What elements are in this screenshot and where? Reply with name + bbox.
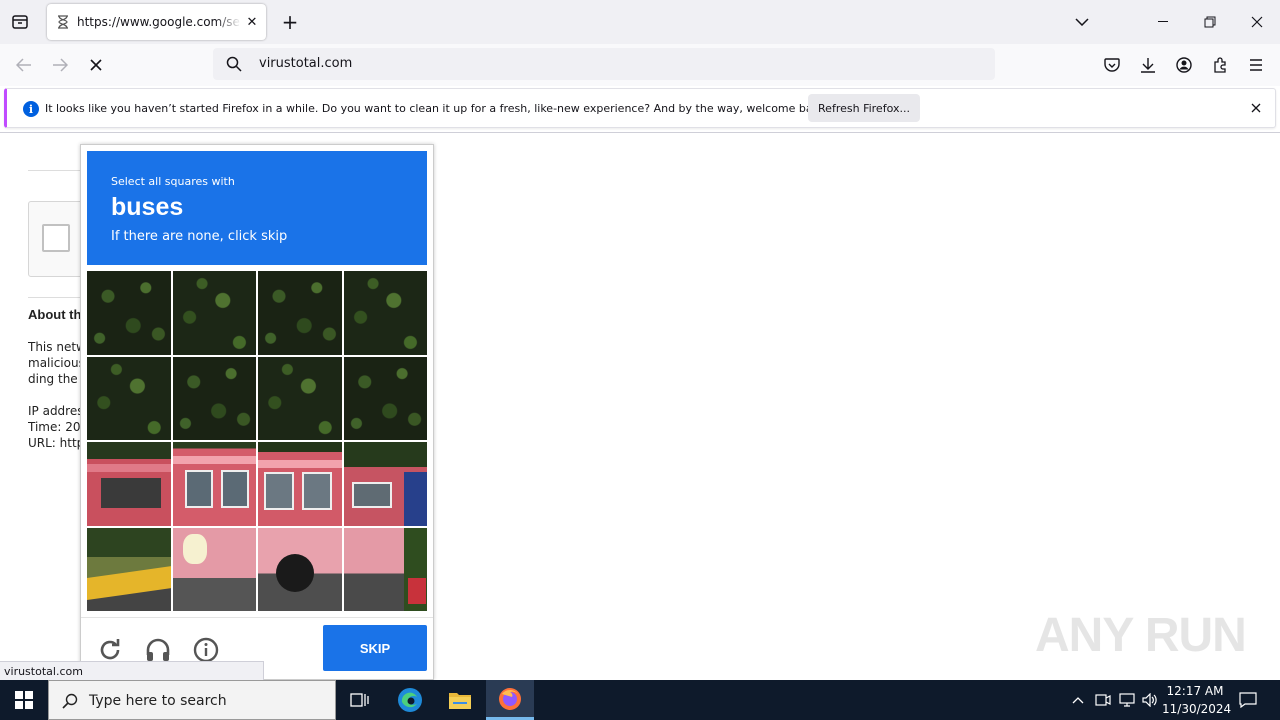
skip-button[interactable]: SKIP [323, 625, 427, 671]
list-tabs-chevron-icon[interactable] [1070, 10, 1094, 34]
minimize-icon[interactable] [1152, 10, 1176, 34]
page-rule [28, 170, 80, 171]
status-bar-url: virustotal.com [0, 661, 264, 680]
captcha-tile[interactable] [343, 442, 427, 526]
captcha-header: Select all squares with buses If there a… [87, 151, 427, 265]
taskbar-search-placeholder: Type here to search [89, 693, 227, 709]
taskbar: Type here to search 12:17 AM 11/30/2024 [0, 680, 1280, 720]
captcha-tile[interactable] [258, 442, 342, 526]
captcha-tile[interactable] [258, 527, 342, 611]
captcha-tile[interactable] [172, 271, 256, 355]
anyrun-watermark: ANY RUN [1035, 609, 1247, 662]
task-view-icon[interactable] [336, 680, 384, 720]
extensions-icon[interactable] [1208, 53, 1232, 77]
edge-browser-icon[interactable] [386, 680, 434, 720]
tab-strip: https://www.google.com/search ✕ + [0, 0, 1280, 44]
captcha-tile[interactable] [258, 356, 342, 440]
tray-meet-icon[interactable] [1093, 691, 1113, 709]
page-heading: About th [28, 307, 80, 322]
captcha-hint: If there are none, click skip [111, 229, 288, 244]
tab-title: https://www.google.com/search [77, 15, 241, 29]
start-windows-icon[interactable] [0, 680, 48, 720]
recaptcha-checkbox[interactable] [42, 224, 70, 252]
captcha-instruction: Select all squares with [111, 175, 235, 188]
captcha-tile[interactable] [343, 527, 427, 611]
tab-active[interactable]: https://www.google.com/search ✕ [47, 4, 266, 40]
page-line: URL: http [28, 436, 80, 450]
refresh-firefox-button[interactable]: Refresh Firefox... [808, 94, 920, 122]
notifications-icon[interactable] [1237, 690, 1259, 710]
page-line: This netw [28, 340, 80, 354]
captcha-tile[interactable] [172, 442, 256, 526]
menu-hamburger-icon[interactable] [1244, 53, 1268, 77]
page-line: IP addres [28, 404, 80, 418]
url-input[interactable]: virustotal.com [259, 56, 352, 71]
captcha-tile[interactable] [87, 271, 171, 355]
file-explorer-icon[interactable] [436, 680, 484, 720]
clock-time[interactable]: 12:17 AM [1162, 684, 1228, 698]
info-icon: i [23, 101, 39, 117]
captcha-tile[interactable] [87, 442, 171, 526]
notification-message: It looks like you haven’t started Firefo… [45, 102, 830, 115]
restore-icon[interactable] [1198, 10, 1222, 34]
captcha-tile[interactable] [87, 356, 171, 440]
captcha-tile[interactable] [87, 527, 171, 611]
network-icon[interactable] [1117, 691, 1137, 709]
stop-icon[interactable] [84, 53, 108, 77]
captcha-target: buses [111, 193, 184, 221]
captcha-grid [87, 271, 427, 611]
page-line: malicious [28, 356, 80, 370]
captcha-tile[interactable] [343, 356, 427, 440]
downloads-icon[interactable] [1136, 53, 1160, 77]
captcha-tile[interactable] [172, 527, 256, 611]
captcha-challenge: Select all squares with buses If there a… [80, 144, 434, 680]
content-divider [0, 132, 1280, 133]
volume-icon[interactable] [1140, 691, 1160, 709]
page-rule [28, 297, 80, 298]
loading-hourglass-icon [56, 14, 70, 30]
firefox-taskbar-icon[interactable] [486, 680, 534, 720]
captcha-tile[interactable] [258, 271, 342, 355]
pocket-icon[interactable] [1100, 53, 1124, 77]
close-window-icon[interactable] [1245, 10, 1269, 34]
tray-chevron-up-icon[interactable] [1068, 691, 1088, 709]
recaptcha-checkbox-frame [28, 201, 88, 277]
page-line: Time: 20 [28, 420, 80, 434]
taskbar-search-box[interactable]: Type here to search [48, 680, 336, 720]
firefox-view-icon[interactable] [8, 10, 32, 34]
back-icon[interactable] [12, 53, 36, 77]
clock-date[interactable]: 11/30/2024 [1162, 702, 1231, 716]
refresh-notification-bar: i It looks like you haven’t started Fire… [4, 88, 1276, 128]
captcha-tile[interactable] [172, 356, 256, 440]
forward-icon[interactable] [48, 53, 72, 77]
account-icon[interactable] [1172, 53, 1196, 77]
search-icon [61, 692, 79, 710]
page-line: ding the [28, 372, 78, 386]
new-tab-icon[interactable]: + [278, 10, 302, 34]
notification-close-icon[interactable] [1248, 100, 1264, 116]
url-bar[interactable]: virustotal.com [213, 48, 995, 80]
captcha-footer-divider [81, 617, 433, 618]
captcha-tile[interactable] [343, 271, 427, 355]
search-icon [225, 55, 243, 73]
tab-close-icon[interactable]: ✕ [243, 13, 261, 31]
